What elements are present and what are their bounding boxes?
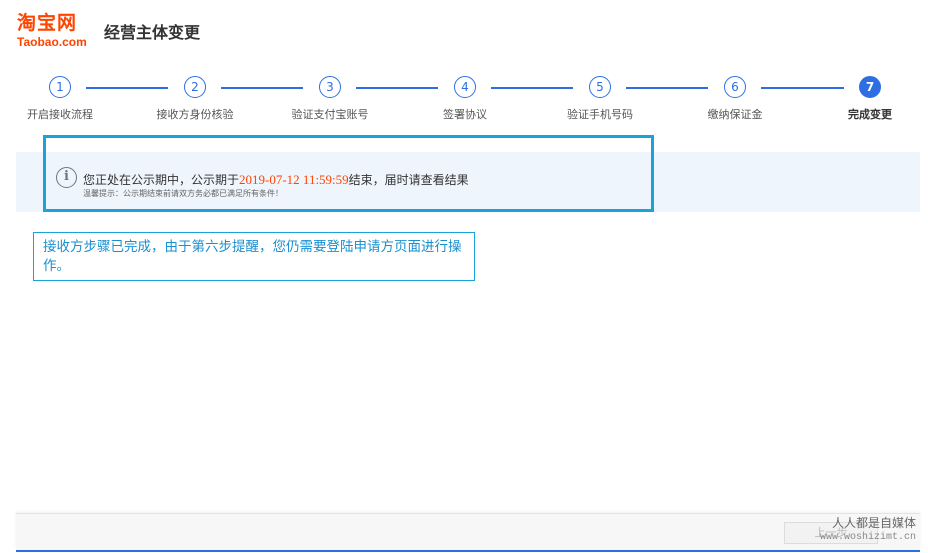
watermark-text-cn: 人人都是自媒体	[832, 516, 917, 530]
info-icon: i	[56, 167, 77, 188]
step-number-2: 2	[184, 76, 206, 98]
step-connector	[491, 87, 573, 89]
step-progress: 1 2 3 4 5 6 7 开启接收流程 接收方身份核验 验证支付宝账号 签署协…	[0, 76, 928, 126]
step-label-3: 验证支付宝账号	[291, 108, 369, 121]
notice-text-before: 您正处在公示期中，公示期于	[83, 173, 240, 187]
taobao-logo[interactable]: 淘宝网 Taobao.com	[17, 13, 99, 49]
step-label-2: 接收方身份核验	[156, 108, 234, 121]
step-label-7-current: 完成变更	[848, 108, 892, 121]
step-label-6: 缴纳保证金	[707, 108, 763, 121]
step-connector	[86, 87, 168, 89]
step-label-4: 签署协议	[443, 108, 487, 121]
step-number-1: 1	[49, 76, 71, 98]
step-label-5: 验证手机号码	[567, 108, 633, 121]
step-number-3: 3	[319, 76, 341, 98]
logo-text-cn: 淘宝网	[17, 12, 78, 34]
watermark: 人人都是自媒体 www.woshizimt.cn	[820, 515, 916, 545]
step-number-5: 5	[589, 76, 611, 98]
step-number-6: 6	[724, 76, 746, 98]
step-number-7-current: 7	[859, 76, 881, 98]
notice-message: 您正处在公示期中，公示期于2019-07-12 11:59:59结束，届时请查看…	[83, 171, 469, 188]
notice-text-after: 结束，届时请查看结果	[348, 173, 469, 187]
page-title: 经营主体变更	[104, 23, 201, 42]
step-connector	[221, 87, 303, 89]
watermark-text-en: www.woshizimt.cn	[820, 532, 917, 543]
step-connector	[761, 87, 844, 89]
step-connector	[356, 87, 438, 89]
step-label-1: 开启接收流程	[27, 108, 93, 121]
logo-text-en: Taobao.com	[17, 35, 87, 49]
step-connector	[626, 87, 708, 89]
notice-end-date: 2019-07-12 11:59:59	[239, 172, 349, 187]
notice-tip: 温馨提示：公示期结束前请双方务必都已满足所有条件！	[83, 189, 283, 198]
footer-accent-line	[16, 550, 920, 552]
step-number-4: 4	[454, 76, 476, 98]
annotation-callout: 接收方步骤已完成，由于第六步提醒，您仍需要登陆申请方页面进行操作。	[33, 232, 475, 281]
